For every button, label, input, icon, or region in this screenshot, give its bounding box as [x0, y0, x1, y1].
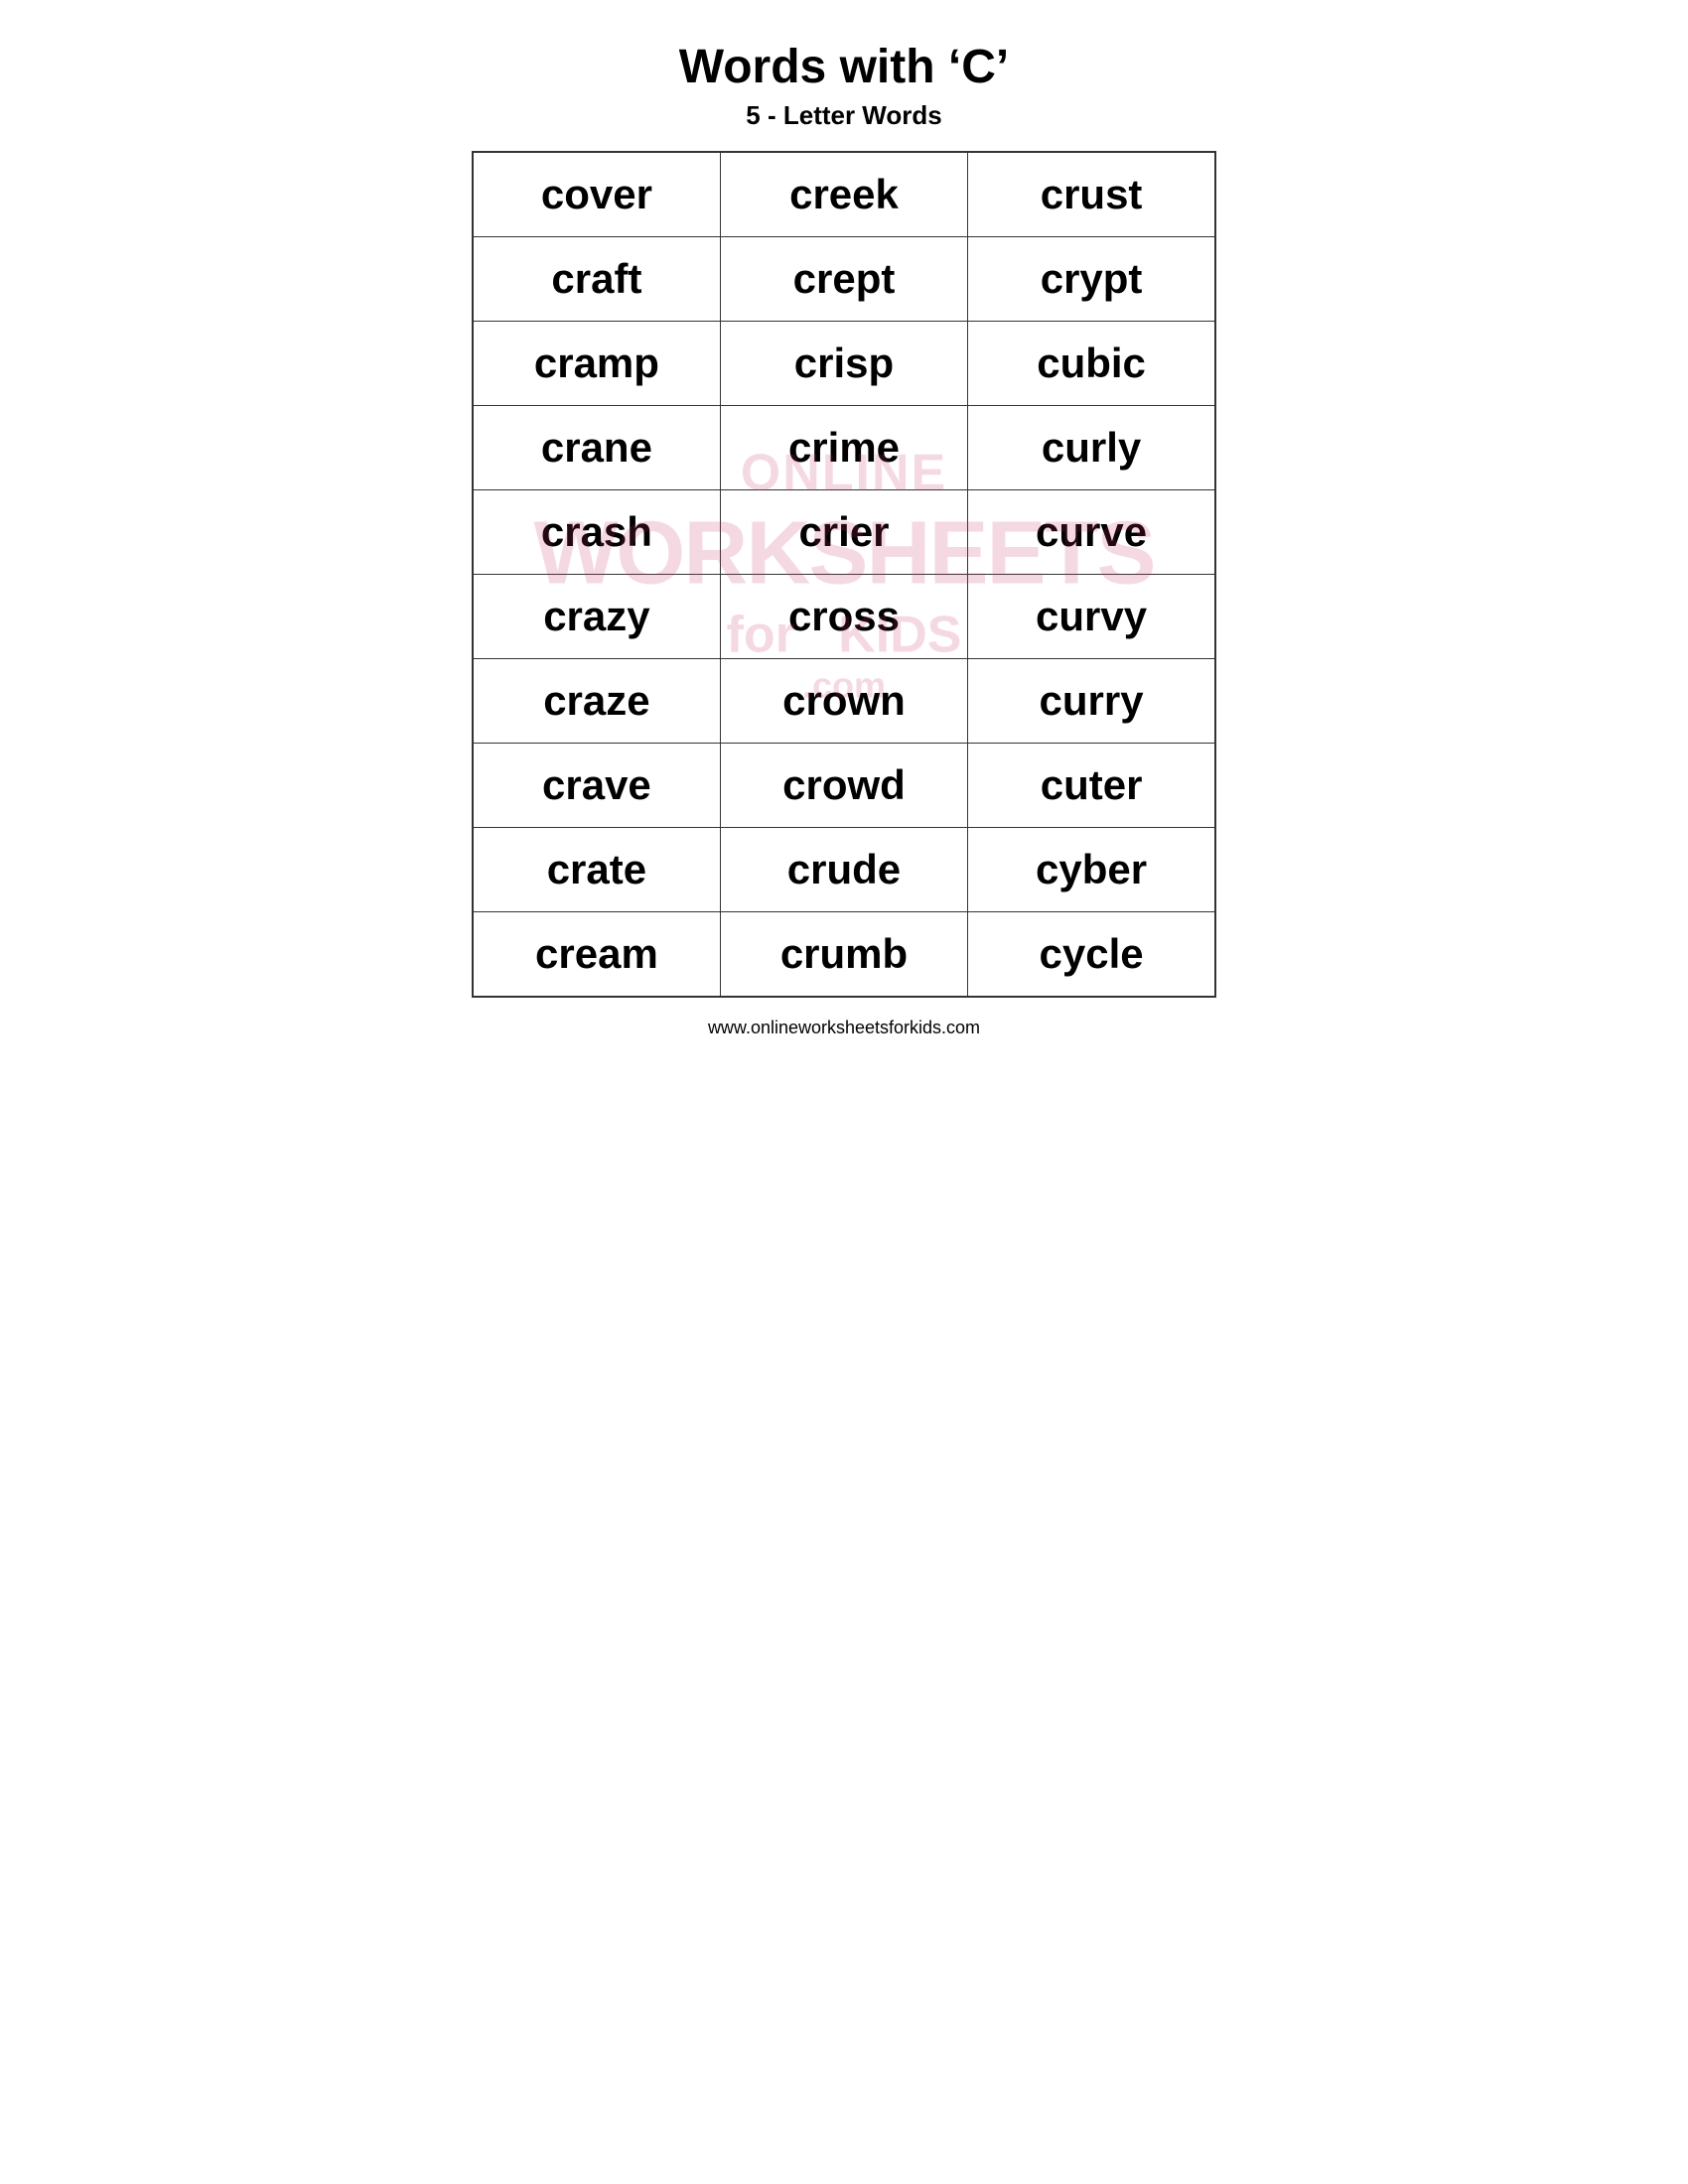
word-cell: cubic — [968, 322, 1215, 406]
word-cell: cycle — [968, 912, 1215, 998]
footer: www.onlineworksheetsforkids.com — [472, 1018, 1216, 1038]
footer-url: www.onlineworksheetsforkids.com — [708, 1018, 980, 1037]
word-cell: cyber — [968, 828, 1215, 912]
page: Words with ‘C’ 5 - Letter Words ONLINE W… — [422, 0, 1266, 1092]
word-cell: craft — [473, 237, 720, 322]
table-row: cranecrimecurly — [473, 406, 1215, 490]
table-row: covercreekcrust — [473, 152, 1215, 237]
table-row: crampcrispcubic — [473, 322, 1215, 406]
word-cell: crept — [720, 237, 967, 322]
word-cell: crowd — [720, 744, 967, 828]
word-cell: curvy — [968, 575, 1215, 659]
word-cell: curry — [968, 659, 1215, 744]
table-row: craftcreptcrypt — [473, 237, 1215, 322]
table-row: cravecrowdcuter — [473, 744, 1215, 828]
word-cell: crane — [473, 406, 720, 490]
word-cell: crown — [720, 659, 967, 744]
page-subtitle: 5 - Letter Words — [472, 100, 1216, 131]
word-cell: crude — [720, 828, 967, 912]
word-cell: crisp — [720, 322, 967, 406]
word-cell: cream — [473, 912, 720, 998]
table-row: crazycrosscurvy — [473, 575, 1215, 659]
word-cell: crash — [473, 490, 720, 575]
word-cell: crust — [968, 152, 1215, 237]
word-cell: crier — [720, 490, 967, 575]
table-row: cratecrudecyber — [473, 828, 1215, 912]
word-cell: crate — [473, 828, 720, 912]
word-cell: crime — [720, 406, 967, 490]
word-cell: curly — [968, 406, 1215, 490]
word-table: covercreekcrustcraftcreptcryptcrampcrisp… — [472, 151, 1216, 998]
word-cell: cramp — [473, 322, 720, 406]
word-cell: curve — [968, 490, 1215, 575]
word-cell: crypt — [968, 237, 1215, 322]
word-cell: crave — [473, 744, 720, 828]
word-cell: creek — [720, 152, 967, 237]
table-row: crazecrowncurry — [473, 659, 1215, 744]
word-cell: cover — [473, 152, 720, 237]
word-cell: cuter — [968, 744, 1215, 828]
page-title: Words with ‘C’ — [472, 40, 1216, 94]
word-cell: craze — [473, 659, 720, 744]
table-row: creamcrumbcycle — [473, 912, 1215, 998]
word-cell: crumb — [720, 912, 967, 998]
word-cell: crazy — [473, 575, 720, 659]
table-row: crashcriercurve — [473, 490, 1215, 575]
word-cell: cross — [720, 575, 967, 659]
